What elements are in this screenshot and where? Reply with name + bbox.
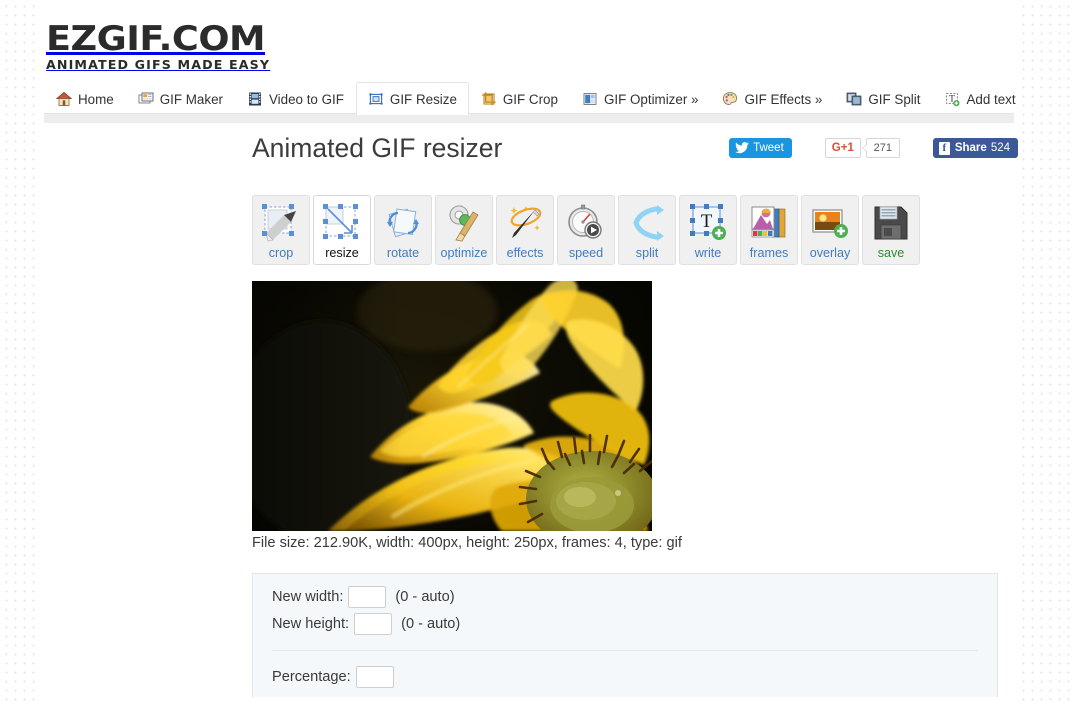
site-logo[interactable]: EZGIF.COM ANIMATED GIFS MADE EASY bbox=[46, 22, 269, 71]
gplus-count[interactable]: 271 bbox=[861, 138, 900, 158]
preview-image bbox=[252, 281, 652, 531]
tool-optimize[interactable]: optimize bbox=[435, 195, 493, 265]
frames-tool-icon bbox=[751, 206, 786, 238]
tool-label: crop bbox=[268, 246, 294, 260]
facebook-f-icon: f bbox=[938, 141, 950, 155]
new-height-hint: (0 - auto) bbox=[401, 615, 461, 632]
logo-wordmark: EZGIF.COM bbox=[46, 19, 266, 59]
nav-label: GIF Crop bbox=[502, 91, 558, 107]
nav-item-home[interactable]: Home bbox=[44, 83, 126, 115]
form-divider bbox=[272, 650, 978, 651]
file-info-text: File size: 212.90K, width: 400px, height… bbox=[252, 535, 682, 551]
nav-label: Add text bbox=[966, 91, 1016, 107]
tool-label: frames bbox=[749, 246, 789, 260]
new-width-input[interactable] bbox=[348, 585, 387, 608]
nav-item-gif-split[interactable]: GIF Split bbox=[834, 83, 932, 115]
new-width-row: New width: (0 - auto) bbox=[253, 583, 997, 610]
nav-item-gif-effects[interactable]: GIF Effects » bbox=[710, 83, 834, 115]
nav-label: GIF Resize bbox=[389, 91, 457, 107]
effects-tool-icon bbox=[510, 206, 542, 238]
tool-speed[interactable]: speed bbox=[557, 195, 615, 265]
resize-options-panel: New width: (0 - auto) New height: (0 - a… bbox=[252, 573, 998, 697]
nav-item-gif-maker[interactable]: GIF Maker bbox=[126, 83, 235, 115]
editor-tool-strip: crop resize rotate optimize effects spee… bbox=[252, 195, 920, 265]
tool-label: rotate bbox=[386, 246, 420, 260]
percentage-label: Percentage: bbox=[272, 668, 351, 685]
tool-label: save bbox=[877, 246, 905, 260]
tool-crop[interactable]: crop bbox=[252, 195, 310, 265]
nav-label: GIF Maker bbox=[159, 91, 223, 107]
nav-item-gif-crop[interactable]: GIF Crop bbox=[469, 83, 570, 115]
optimize-tool-icon bbox=[449, 205, 479, 242]
resize-frame-icon bbox=[369, 93, 383, 105]
svg-text:T: T bbox=[701, 211, 713, 232]
scrollbar-track[interactable] bbox=[1011, 0, 1022, 703]
house-icon bbox=[56, 91, 72, 106]
gif-preview[interactable] bbox=[252, 281, 652, 531]
nav-item-gif-optimizer[interactable]: GIF Optimizer » bbox=[570, 83, 711, 115]
tool-split[interactable]: split bbox=[618, 195, 676, 265]
twitter-bird-icon bbox=[735, 142, 749, 154]
optimizer-icon bbox=[583, 93, 597, 105]
new-height-label: New height: bbox=[272, 615, 350, 632]
new-height-input[interactable] bbox=[354, 612, 393, 635]
page-title: Animated GIF resizer bbox=[252, 133, 503, 163]
tool-save[interactable]: save bbox=[862, 195, 920, 265]
content-area: Animated GIF resizer Tweet G+1 271 f Sha… bbox=[36, 132, 1022, 697]
facebook-share-label: Share bbox=[954, 142, 987, 154]
tool-label: resize bbox=[325, 246, 359, 260]
tool-frames[interactable]: frames bbox=[740, 195, 798, 265]
tool-overlay[interactable]: overlay bbox=[801, 195, 859, 265]
nav-label: Home bbox=[78, 91, 114, 107]
gif-maker-icon bbox=[138, 92, 154, 104]
overlay-tool-icon bbox=[812, 209, 848, 238]
percentage-input[interactable] bbox=[355, 665, 394, 688]
speed-tool-icon bbox=[568, 204, 602, 239]
tool-label: optimize bbox=[440, 246, 488, 260]
percentage-row: Percentage: bbox=[253, 663, 997, 690]
add-text-icon: T bbox=[946, 93, 960, 107]
site-header: EZGIF.COM ANIMATED GIFS MADE EASY bbox=[36, 0, 1022, 82]
film-icon bbox=[248, 92, 261, 106]
facebook-share-button[interactable]: f Share 524 bbox=[932, 138, 1018, 158]
save-tool-icon bbox=[874, 206, 908, 240]
nav-label: GIF Optimizer » bbox=[603, 91, 699, 107]
logo-tagline: ANIMATED GIFS MADE EASY bbox=[46, 57, 271, 72]
write-tool-icon: T bbox=[690, 204, 726, 240]
rotate-tool-icon bbox=[387, 208, 419, 238]
tool-label: effects bbox=[506, 246, 544, 260]
facebook-share-count: 524 bbox=[990, 142, 1010, 154]
split-tool-icon bbox=[633, 205, 664, 241]
tool-label: write bbox=[694, 246, 722, 260]
new-width-label: New width: bbox=[272, 588, 344, 605]
palette-icon bbox=[723, 92, 738, 106]
tool-label: overlay bbox=[809, 246, 851, 260]
main-navigation: Home GIF Maker Video to GIF GIF Resize G… bbox=[44, 82, 1016, 115]
split-frames-icon bbox=[846, 92, 862, 106]
social-share-row: Tweet G+1 271 f Share 524 bbox=[729, 138, 1018, 158]
nav-label: GIF Split bbox=[868, 91, 921, 107]
tool-label: speed bbox=[568, 246, 604, 260]
tool-label: split bbox=[635, 246, 659, 260]
nav-item-video-to-gif[interactable]: Video to GIF bbox=[235, 83, 356, 115]
tool-rotate[interactable]: rotate bbox=[374, 195, 432, 265]
crop-frame-icon bbox=[482, 92, 496, 106]
nav-item-gif-resize[interactable]: GIF Resize bbox=[355, 82, 469, 115]
new-width-hint: (0 - auto) bbox=[395, 588, 455, 605]
gplus-button-label[interactable]: G+1 bbox=[824, 138, 861, 158]
tool-effects[interactable]: effects bbox=[496, 195, 554, 265]
tool-resize[interactable]: resize bbox=[313, 195, 371, 265]
tweet-button[interactable]: Tweet bbox=[729, 138, 792, 158]
new-height-row: New height: (0 - auto) bbox=[253, 610, 997, 637]
crop-tool-icon bbox=[262, 204, 296, 242]
nav-label: GIF Effects » bbox=[744, 91, 823, 107]
tool-write[interactable]: T write bbox=[679, 195, 737, 265]
page-shell: EZGIF.COM ANIMATED GIFS MADE EASY Home G… bbox=[36, 0, 1022, 703]
tweet-label: Tweet bbox=[753, 142, 784, 154]
resize-tool-icon bbox=[323, 204, 358, 239]
nav-underline-band bbox=[44, 114, 1014, 123]
google-plus-one[interactable]: G+1 271 bbox=[824, 138, 900, 158]
nav-label: Video to GIF bbox=[268, 91, 344, 107]
